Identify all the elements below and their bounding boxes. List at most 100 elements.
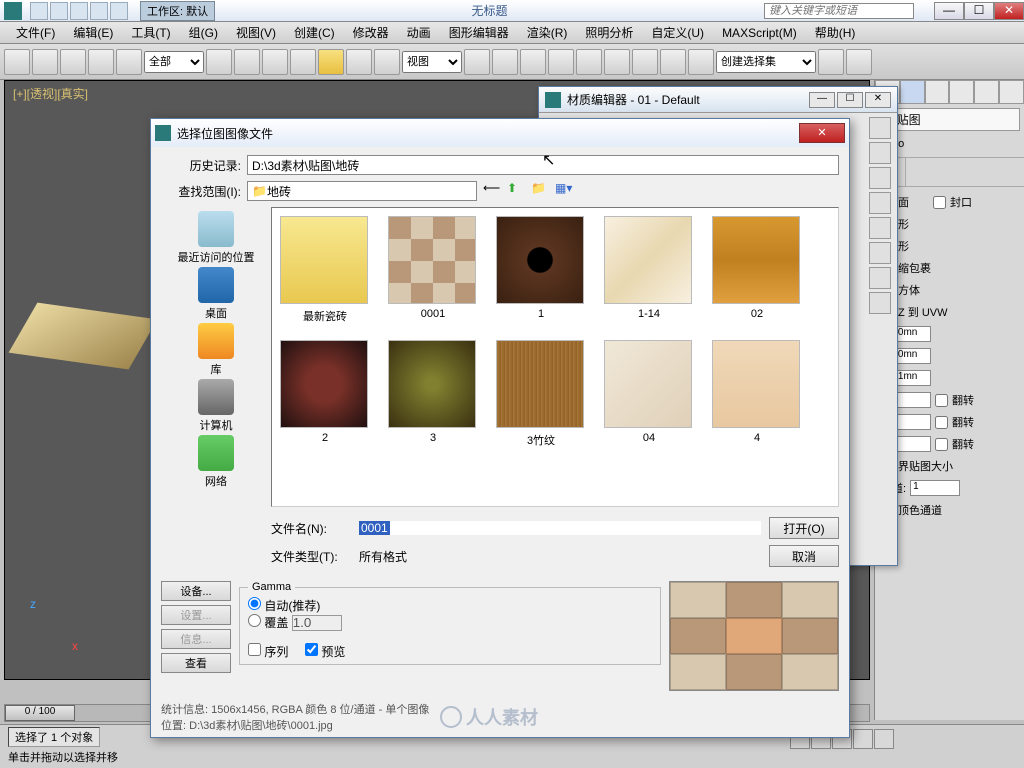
select-region-icon[interactable] [262,49,288,75]
unique-icon[interactable] [935,158,965,186]
menu-file[interactable]: 文件(F) [8,22,63,43]
file-item[interactable]: 02 [712,216,802,324]
close-button[interactable]: ✕ [994,2,1024,20]
backlight-icon[interactable] [869,142,891,164]
undo-icon[interactable] [4,49,30,75]
material-editor-close-button[interactable]: ✕ [865,92,891,108]
mirror-icon[interactable] [632,49,658,75]
unlink-icon[interactable] [88,49,114,75]
view-button[interactable]: 查看 [161,653,231,673]
snap-toggle-icon[interactable] [520,49,546,75]
display-tab-icon[interactable] [974,80,999,104]
menu-group[interactable]: 组(G) [181,22,226,43]
spinner-snap-icon[interactable] [604,49,630,75]
maximize-button[interactable]: ☐ [964,2,994,20]
file-item[interactable]: 3竹纹 [496,340,586,448]
file-list[interactable]: 最新瓷砖 0001 1 1-14 02 2 3 3竹纹 04 4 [271,207,839,507]
place-network[interactable]: 网络 [198,435,234,489]
sample-uv-icon[interactable] [869,192,891,214]
redo-icon[interactable] [32,49,58,75]
qat-new-icon[interactable] [30,2,48,20]
back-icon[interactable]: ⟵ [483,181,503,201]
qat-undo-icon[interactable] [90,2,108,20]
file-item[interactable]: 04 [604,340,694,448]
uflip-checkbox[interactable] [935,394,948,407]
scale-icon[interactable] [374,49,400,75]
up-icon[interactable]: ⬆ [507,181,527,201]
minimize-button[interactable]: — [934,2,964,20]
menu-tools[interactable]: 工具(T) [123,22,178,43]
rotate-icon[interactable] [346,49,372,75]
menu-lighting[interactable]: 照明分析 [577,22,641,43]
time-slider-handle[interactable]: 0 / 100 [5,705,75,721]
utilities-tab-icon[interactable] [999,80,1024,104]
make-preview-icon[interactable] [869,242,891,264]
percent-snap-icon[interactable] [576,49,602,75]
show-result-icon[interactable] [906,158,936,186]
menu-modifiers[interactable]: 修改器 [345,22,397,43]
file-item[interactable]: 4 [712,340,802,448]
channel-spinner[interactable]: 1 [910,480,960,496]
angle-snap-icon[interactable] [548,49,574,75]
select-icon[interactable] [206,49,232,75]
select-name-icon[interactable] [234,49,260,75]
place-libraries[interactable]: 库 [198,323,234,377]
menu-customize[interactable]: 自定义(U) [643,22,712,43]
material-editor-icon[interactable] [818,49,844,75]
options-icon[interactable] [869,267,891,289]
cancel-button[interactable]: 取消 [769,545,839,567]
bind-icon[interactable] [116,49,142,75]
cap-checkbox[interactable] [933,196,946,209]
named-selection-sets-dropdown[interactable]: 创建选择集 [716,51,816,73]
pivot-icon[interactable] [464,49,490,75]
app-icon[interactable] [4,2,22,20]
align-icon[interactable] [660,49,686,75]
place-desktop[interactable]: 桌面 [198,267,234,321]
file-item[interactable]: 3 [388,340,478,448]
file-item[interactable]: 0001 [388,216,478,324]
manipulate-icon[interactable] [492,49,518,75]
filetype-dropdown[interactable]: 所有格式 [359,548,761,565]
background-icon[interactable] [869,167,891,189]
next-frame-icon[interactable] [853,729,873,749]
qat-save-icon[interactable] [70,2,88,20]
file-dialog-close-button[interactable]: ✕ [799,123,845,143]
view-menu-icon[interactable]: ▦▾ [555,181,575,201]
file-item[interactable]: 1-14 [604,216,694,324]
scene-plane-object[interactable] [9,303,158,370]
file-dialog-titlebar[interactable]: 选择位图图像文件 ✕ [151,119,849,147]
link-icon[interactable] [60,49,86,75]
material-editor-titlebar[interactable]: 材质编辑器 - 01 - Default — ☐ ✕ [539,87,897,113]
config-icon[interactable] [994,158,1024,186]
hierarchy-tab-icon[interactable] [925,80,950,104]
file-item[interactable]: 最新瓷砖 [280,216,370,324]
open-button[interactable]: 打开(O) [769,517,839,539]
sample-type-icon[interactable] [869,117,891,139]
render-setup-icon[interactable] [846,49,872,75]
setup-button[interactable]: 设置... [161,605,231,625]
place-computer[interactable]: 计算机 [198,379,234,433]
workspace-dropdown[interactable]: 工作区: 默认 [140,1,215,21]
refcoord-dropdown[interactable]: 视图 [402,51,462,73]
menu-create[interactable]: 创建(C) [286,22,343,43]
preview-checkbox[interactable] [305,643,318,656]
window-crossing-icon[interactable] [290,49,316,75]
menu-animation[interactable]: 动画 [399,22,439,43]
qat-open-icon[interactable] [50,2,68,20]
place-recent[interactable]: 最近访问的位置 [178,211,255,265]
viewport-label[interactable]: [+][透视][真实] [13,85,88,102]
menu-maxscript[interactable]: MAXScript(M) [714,24,805,42]
vflip-checkbox[interactable] [935,416,948,429]
motion-tab-icon[interactable] [949,80,974,104]
material-editor-max-button[interactable]: ☐ [837,92,863,108]
material-editor-min-button[interactable]: — [809,92,835,108]
new-folder-icon[interactable]: 📁 [531,181,551,201]
file-item[interactable]: 2 [280,340,370,448]
filename-input[interactable]: 0001 [359,521,761,535]
menu-views[interactable]: 视图(V) [228,22,284,43]
info-button[interactable]: 信息... [161,629,231,649]
move-icon[interactable] [318,49,344,75]
file-item[interactable]: 1 [496,216,586,324]
menu-edit[interactable]: 编辑(E) [65,22,121,43]
selection-filter-dropdown[interactable]: 全部 [144,51,204,73]
